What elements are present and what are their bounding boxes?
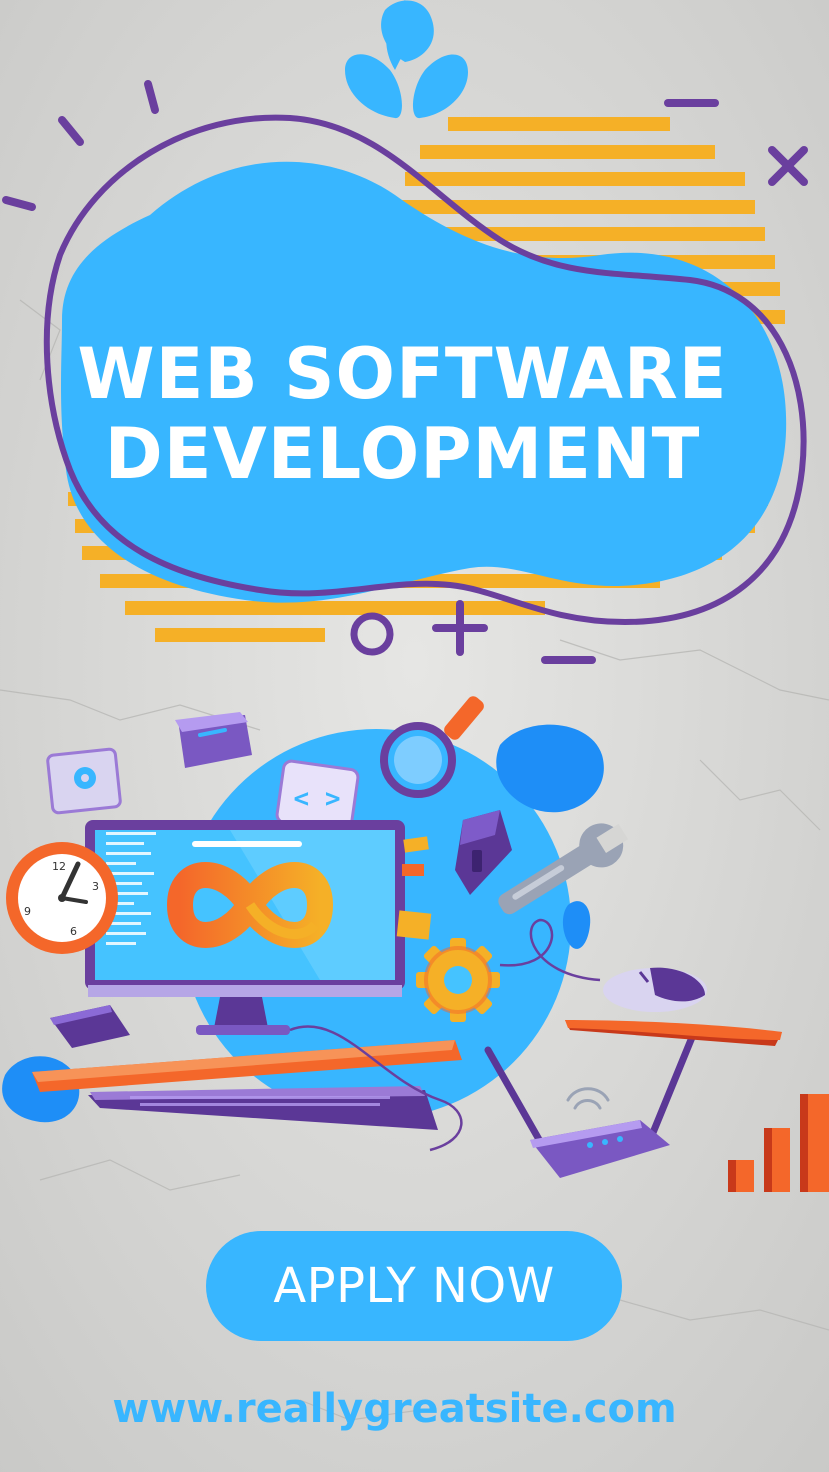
clock-icon: 12 3 6 9 xyxy=(6,842,118,954)
clock-number-9: 9 xyxy=(24,905,31,918)
gear-icon xyxy=(416,938,500,1022)
code-tile-symbol: < > xyxy=(294,784,341,814)
website-url[interactable]: www.reallygreatsite.com xyxy=(0,1383,789,1435)
gear-tile-icon xyxy=(46,747,122,815)
clock-number-12: 12 xyxy=(52,860,66,873)
headline-line-1: WEB SOFTWARE xyxy=(77,333,728,415)
clock-number-3: 3 xyxy=(92,880,99,893)
clock-number-6: 6 xyxy=(70,925,77,938)
headline-line-2: DEVELOPMENT xyxy=(104,413,701,495)
apply-now-button[interactable]: APPLY NOW xyxy=(206,1231,622,1341)
